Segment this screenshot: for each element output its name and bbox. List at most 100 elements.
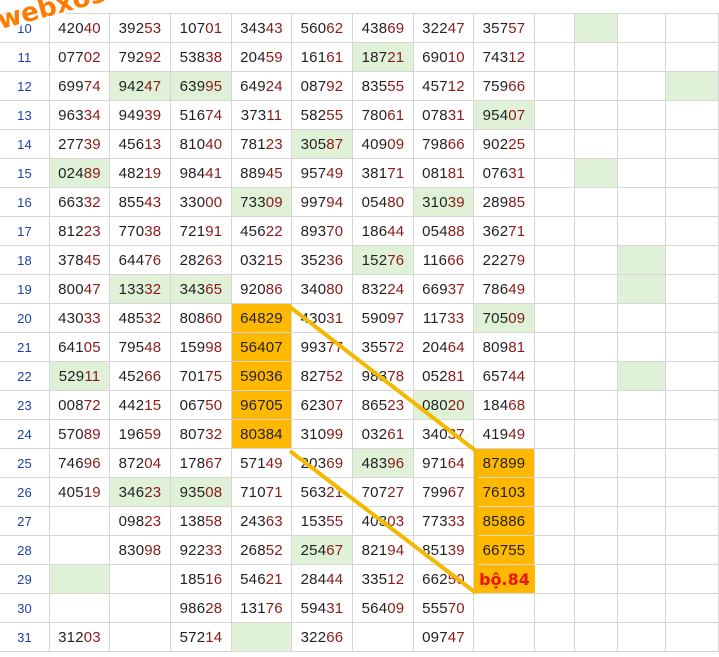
result-cell bbox=[618, 101, 666, 130]
result-cell bbox=[575, 333, 618, 362]
day-cell: 11 bbox=[0, 43, 50, 72]
day-cell: 27 bbox=[0, 507, 50, 536]
result-cell: 590 36 bbox=[232, 362, 292, 391]
result-cell: 452 66 bbox=[110, 362, 171, 391]
result-cell bbox=[575, 507, 618, 536]
result-cell: 721 91 bbox=[171, 217, 232, 246]
result-cell bbox=[535, 594, 575, 623]
result-cell: 733 09 bbox=[232, 188, 292, 217]
result-cell: 701 75 bbox=[171, 362, 232, 391]
result-cell: 832 24 bbox=[353, 275, 414, 304]
result-cell: 743 12 bbox=[474, 43, 535, 72]
result-cell bbox=[618, 188, 666, 217]
day-cell: 19 bbox=[0, 275, 50, 304]
result-cell bbox=[618, 304, 666, 333]
result-cell bbox=[575, 362, 618, 391]
result-cell: 878 99 bbox=[474, 449, 535, 478]
result-cell bbox=[535, 130, 575, 159]
result-cell: 594 31 bbox=[292, 594, 353, 623]
result-cell: 186 44 bbox=[353, 217, 414, 246]
result-cell: 935 08 bbox=[171, 478, 232, 507]
result-cell: 795 48 bbox=[110, 333, 171, 362]
result-cell: 346 23 bbox=[110, 478, 171, 507]
result-cell: 362 71 bbox=[474, 217, 535, 246]
result-cell: 667 55 bbox=[474, 536, 535, 565]
result-cell: 993 77 bbox=[292, 333, 353, 362]
result-cell: 967 05 bbox=[232, 391, 292, 420]
result-cell bbox=[575, 72, 618, 101]
result-cell bbox=[535, 449, 575, 478]
result-cell: 830 98 bbox=[110, 536, 171, 565]
result-cell bbox=[618, 420, 666, 449]
result-cell bbox=[666, 14, 719, 43]
result-cell: 786 49 bbox=[474, 275, 535, 304]
result-cell bbox=[666, 159, 719, 188]
result-cell: 284 44 bbox=[292, 565, 353, 594]
result-cell: 889 45 bbox=[232, 159, 292, 188]
result-cell: 456 13 bbox=[110, 130, 171, 159]
result-cell: 983 78 bbox=[353, 362, 414, 391]
result-cell: 312 03 bbox=[50, 623, 110, 652]
result-cell: 077 02 bbox=[50, 43, 110, 72]
result-cell bbox=[618, 565, 666, 594]
result-cell bbox=[575, 565, 618, 594]
result-cell bbox=[666, 420, 719, 449]
day-cell: 16 bbox=[0, 188, 50, 217]
result-cell: 798 66 bbox=[414, 130, 474, 159]
day-cell: 23 bbox=[0, 391, 50, 420]
result-cell bbox=[666, 362, 719, 391]
result-cell: 310 39 bbox=[414, 188, 474, 217]
day-cell: 25 bbox=[0, 449, 50, 478]
result-cell: 808 60 bbox=[171, 304, 232, 333]
result-cell bbox=[110, 594, 171, 623]
result-cell bbox=[535, 275, 575, 304]
result-cell: 184 68 bbox=[474, 391, 535, 420]
day-cell: 24 bbox=[0, 420, 50, 449]
result-cell: 196 59 bbox=[110, 420, 171, 449]
result-cell: 373 11 bbox=[232, 101, 292, 130]
result-cell: 081 81 bbox=[414, 159, 474, 188]
result-cell: 485 32 bbox=[110, 304, 171, 333]
result-cell bbox=[575, 391, 618, 420]
day-cell: 26 bbox=[0, 478, 50, 507]
result-cell: 623 07 bbox=[292, 391, 353, 420]
result-cell: 803 84 bbox=[232, 420, 292, 449]
result-cell: 067 50 bbox=[171, 391, 232, 420]
result-cell: 204 59 bbox=[232, 43, 292, 72]
result-cell: 098 23 bbox=[110, 507, 171, 536]
result-cell bbox=[618, 478, 666, 507]
result-cell: 564 09 bbox=[353, 594, 414, 623]
result-cell bbox=[618, 449, 666, 478]
day-cell: 30 bbox=[0, 594, 50, 623]
result-cell: 159 98 bbox=[171, 333, 232, 362]
result-cell: 710 71 bbox=[232, 478, 292, 507]
result-cell: 343 43 bbox=[232, 14, 292, 43]
result-cell bbox=[535, 159, 575, 188]
result-cell: 669 37 bbox=[414, 275, 474, 304]
result-cell: 821 94 bbox=[353, 536, 414, 565]
result-cell: 555 70 bbox=[414, 594, 474, 623]
day-cell: 22 bbox=[0, 362, 50, 391]
result-cell: 810 40 bbox=[171, 130, 232, 159]
result-cell bbox=[618, 246, 666, 275]
result-cell: 644 76 bbox=[110, 246, 171, 275]
result-cell bbox=[50, 536, 110, 565]
day-cell: 20 bbox=[0, 304, 50, 333]
result-cell: 032 61 bbox=[353, 420, 414, 449]
result-cell bbox=[575, 43, 618, 72]
result-cell: 564 07 bbox=[232, 333, 292, 362]
result-cell: 657 44 bbox=[474, 362, 535, 391]
result-cell bbox=[232, 623, 292, 652]
result-cell: 662 50 bbox=[414, 565, 474, 594]
result-cell bbox=[666, 188, 719, 217]
result-cell: 116 66 bbox=[414, 246, 474, 275]
result-cell: 008 72 bbox=[50, 391, 110, 420]
result-cell: 858 86 bbox=[474, 507, 535, 536]
result-cell bbox=[618, 159, 666, 188]
result-cell: 529 11 bbox=[50, 362, 110, 391]
result-cell: 546 21 bbox=[232, 565, 292, 594]
result-cell: 405 19 bbox=[50, 478, 110, 507]
result-cell bbox=[618, 362, 666, 391]
result-cell: 457 12 bbox=[414, 72, 474, 101]
result-cell: 087 92 bbox=[292, 72, 353, 101]
